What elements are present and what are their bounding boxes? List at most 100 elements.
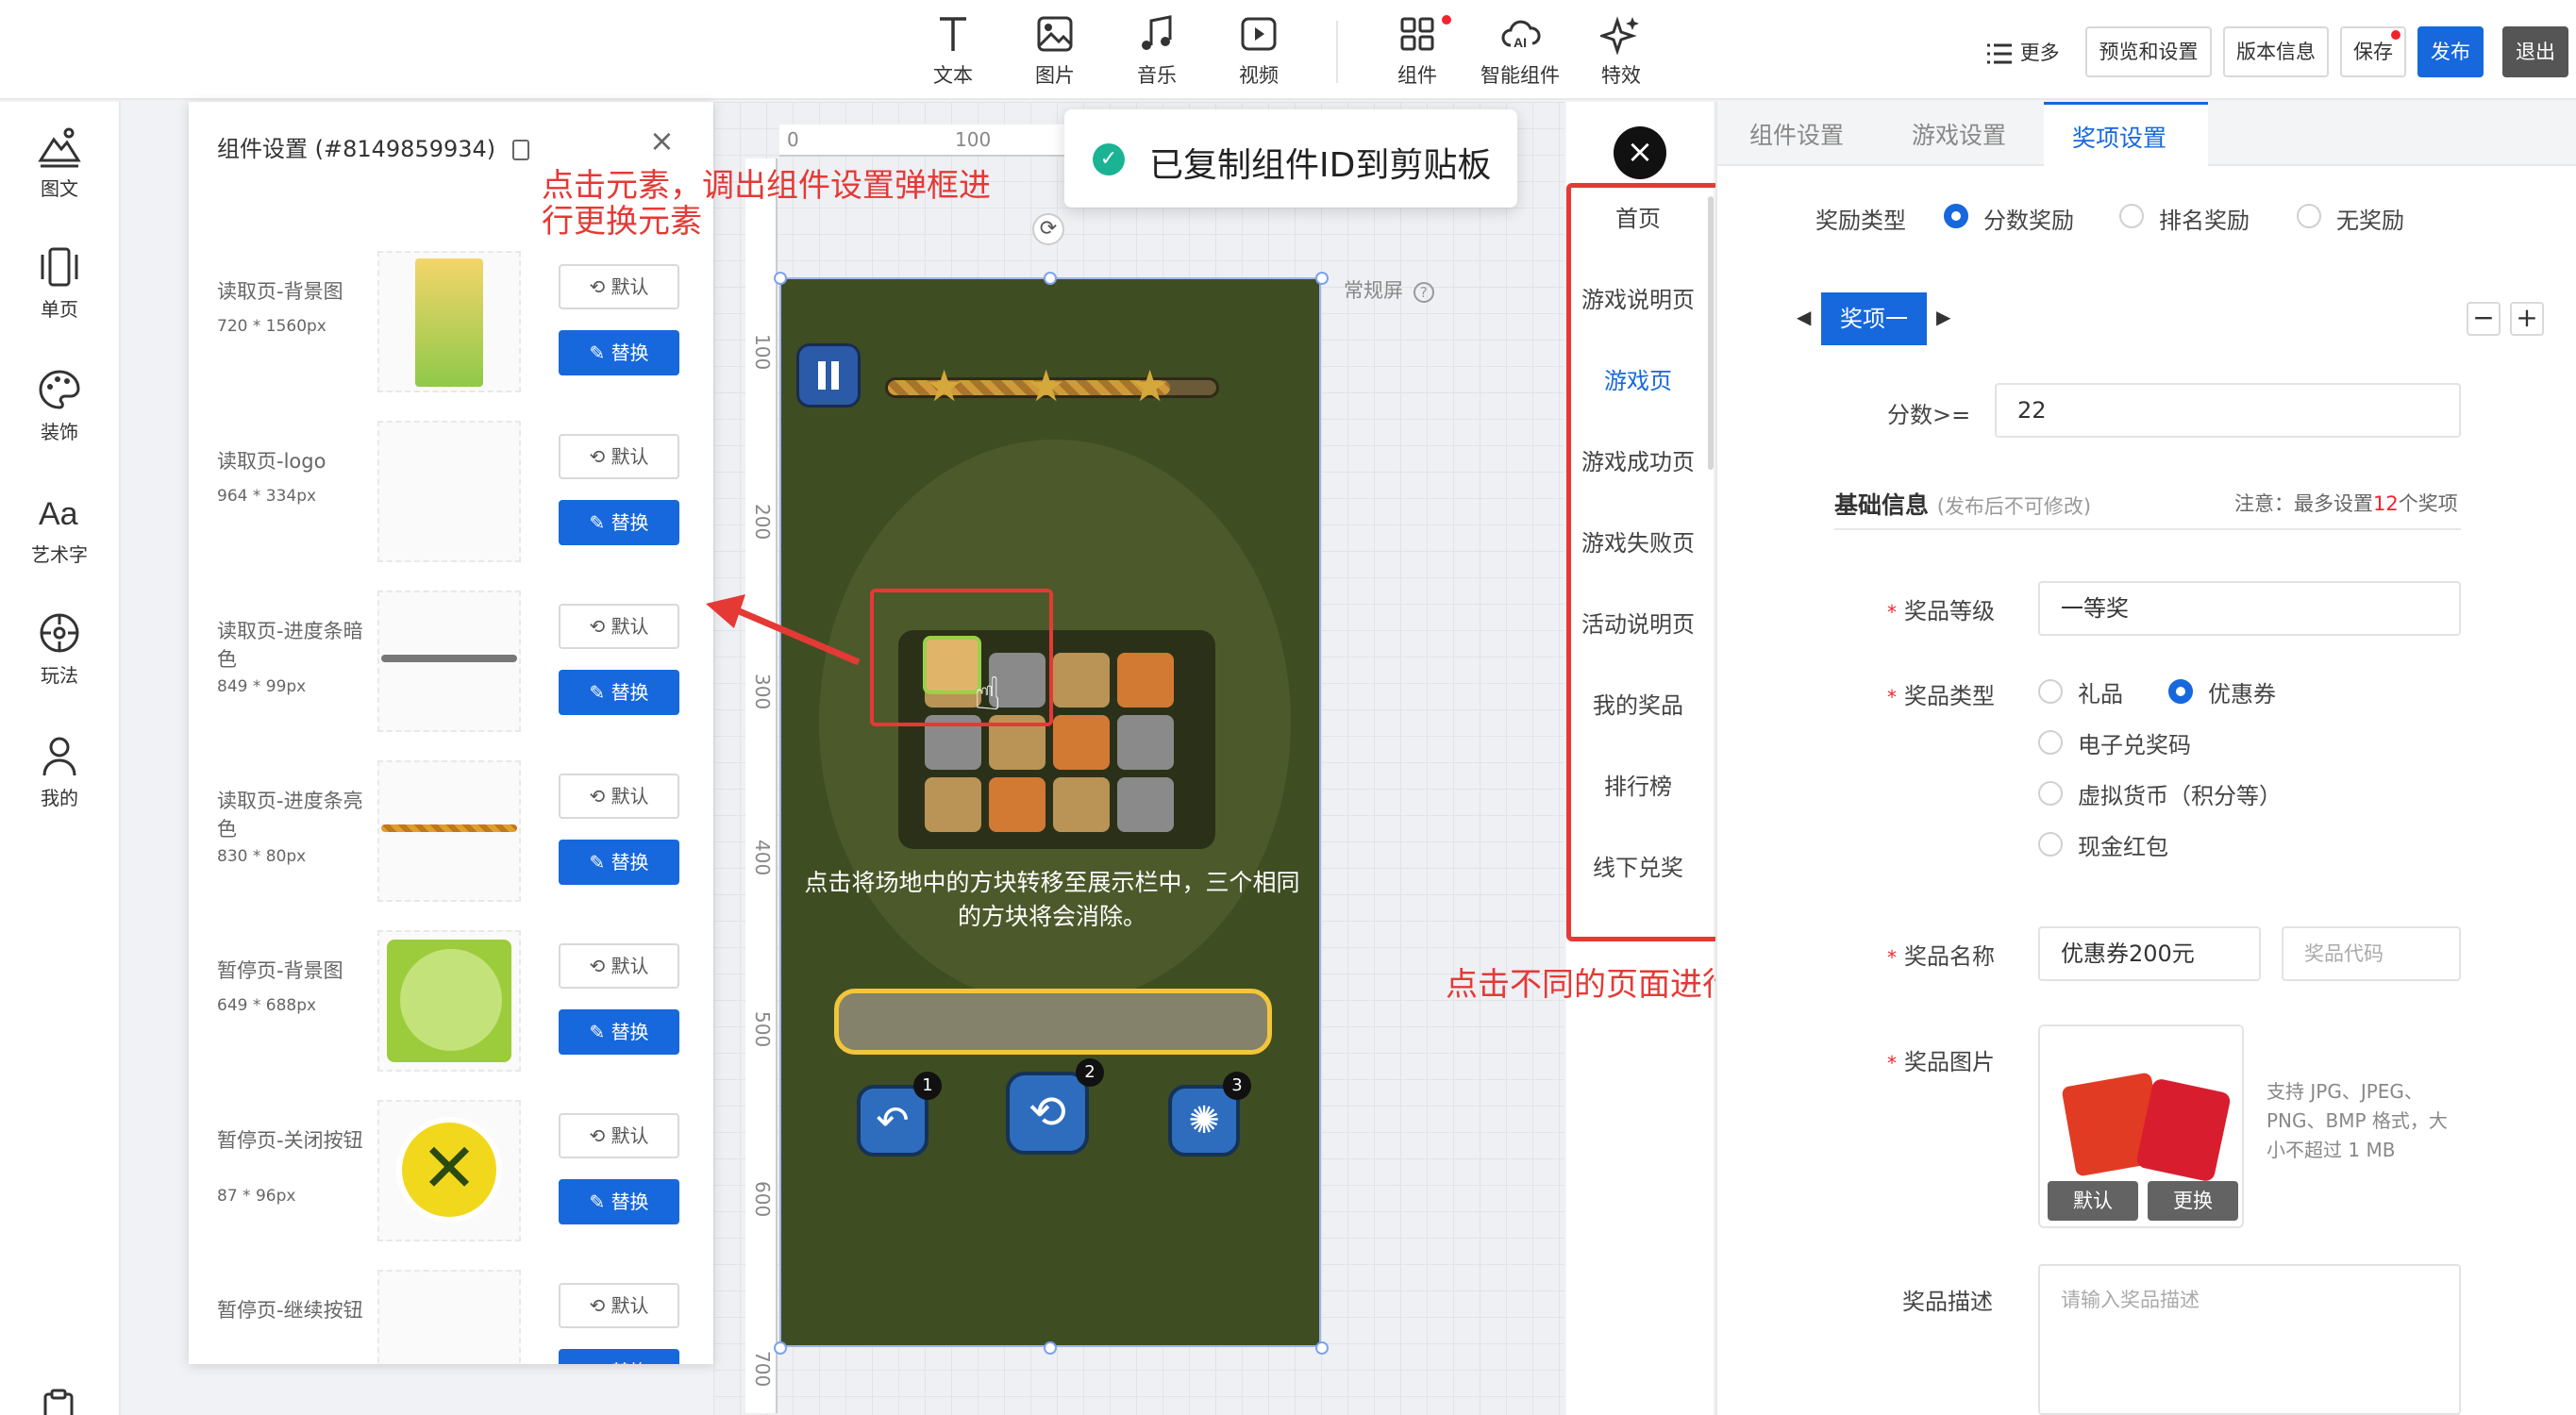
page-item-game[interactable]: 游戏页 (1572, 362, 1704, 395)
add-reward-button[interactable]: + (2510, 302, 2544, 336)
page-item-activity-intro[interactable]: 活动说明页 (1572, 606, 1704, 639)
component-settings-panel: 组件设置 (#8149859934) × 读取页-背景图 720 * 1560p… (189, 102, 713, 1364)
refresh-button[interactable]: ⟲ (1006, 1072, 1089, 1155)
pause-button[interactable] (796, 343, 861, 408)
page-item-my-prizes[interactable]: 我的奖品 (1572, 687, 1704, 720)
default-button[interactable]: ⟲ 默认 (559, 264, 679, 309)
replace-button[interactable]: ✎ 替换 (559, 1009, 679, 1055)
replace-button[interactable]: ✎ 替换 (559, 330, 679, 375)
rail-item-page[interactable]: 单页 (0, 245, 119, 322)
resize-handle[interactable] (1315, 1341, 1329, 1355)
copy-icon[interactable] (511, 140, 529, 160)
radio-redeem-code[interactable] (2038, 730, 2063, 755)
tool-component[interactable]: 组件 (1372, 13, 1463, 94)
prize-name-input[interactable]: 优惠券200元 (2038, 926, 2261, 981)
tool-ai-component[interactable]: AI 智能组件 (1474, 13, 1566, 94)
collection-slot-bar (834, 989, 1272, 1055)
resize-handle[interactable] (1315, 272, 1329, 285)
page-item-offline-redeem[interactable]: 线下兑奖 (1572, 849, 1704, 882)
replace-button[interactable]: ✎ 替换 (559, 670, 679, 715)
remove-reward-button[interactable]: − (2467, 302, 2501, 336)
replace-button[interactable]: ✎ 替换 (559, 1349, 679, 1364)
exit-button[interactable]: 退出 (2502, 26, 2568, 77)
tile[interactable] (1053, 653, 1110, 708)
page-item-leaderboard[interactable]: 排行榜 (1572, 768, 1704, 801)
radio-no-reward[interactable] (2297, 204, 2321, 228)
prize-desc-textarea[interactable]: 请输入奖品描述 (2038, 1264, 2461, 1415)
tab-component-settings[interactable]: 组件设置 (1749, 117, 1844, 151)
scrollbar[interactable] (1708, 196, 1714, 470)
save-button[interactable]: 保存 (2340, 26, 2406, 77)
arrow-icon (706, 594, 861, 666)
radio-coupon[interactable] (2168, 679, 2193, 704)
replace-button[interactable]: ✎ 替换 (559, 840, 679, 885)
image-change-button[interactable]: 更换 (2148, 1181, 2238, 1221)
default-button[interactable]: ⟲ 默认 (559, 604, 679, 649)
default-button[interactable]: ⟲ 默认 (559, 1113, 679, 1158)
component-row: 暂停页-关闭按钮 87 * 96px ✕ ⟲ 默认 ✎ 替换 (189, 1081, 713, 1251)
default-button[interactable]: ⟲ 默认 (559, 1283, 679, 1328)
tab-game-settings[interactable]: 游戏设置 (1912, 117, 2006, 151)
page-item-game-fail[interactable]: 游戏失败页 (1572, 524, 1704, 558)
default-button[interactable]: ⟲ 默认 (559, 943, 679, 989)
prize-code-input[interactable]: 奖品代码 (2282, 926, 2461, 981)
prize-level-input[interactable]: 一等奖 (2038, 581, 2461, 636)
ruler-label: 600 (751, 1181, 774, 1218)
pages-icon (41, 247, 78, 287)
phone-preview[interactable]: ★ ★ ★ ☝ 点击将场地中的方块转移至展示栏中，三个相同的方块将会消除。 ↶ … (779, 277, 1321, 1347)
close-icon[interactable]: × (649, 123, 675, 158)
tile[interactable] (1117, 653, 1174, 708)
rail-item-gameplay[interactable]: 玩法 (0, 611, 119, 688)
tile[interactable] (989, 777, 1045, 832)
tile[interactable] (1053, 715, 1110, 770)
resize-handle[interactable] (774, 1341, 787, 1355)
screen-mode[interactable]: 常规屏 ? (1344, 275, 1434, 304)
close-pages-icon[interactable]: × (1614, 126, 1666, 179)
tool-video[interactable]: 视频 (1213, 13, 1304, 94)
score-input[interactable]: 22 (1995, 383, 2461, 438)
tile[interactable] (1117, 777, 1174, 832)
reward-item-tab[interactable]: 奖项一 (1821, 292, 1927, 345)
next-arrow-icon[interactable]: ▶ (1936, 306, 1950, 328)
publish-button[interactable]: 发布 (2417, 26, 2484, 77)
resize-handle[interactable] (1044, 272, 1057, 285)
prize-image-upload[interactable]: 默认 更换 (2038, 1024, 2244, 1228)
page-item-game-intro[interactable]: 游戏说明页 (1572, 281, 1704, 314)
prev-arrow-icon[interactable]: ◀ (1797, 306, 1811, 328)
version-info-button[interactable]: 版本信息 (2223, 26, 2329, 77)
resize-handle[interactable] (774, 272, 787, 285)
radio-score-reward[interactable] (1944, 204, 1968, 228)
page-item-home[interactable]: 首页 (1572, 200, 1704, 233)
radio-gift[interactable] (2038, 679, 2063, 704)
music-icon (1142, 15, 1172, 50)
tool-effects[interactable]: 特效 (1576, 13, 1666, 94)
radio-cash-redpacket[interactable] (2038, 832, 2063, 857)
clipboard-icon[interactable] (42, 1389, 75, 1415)
rail-item-graphic[interactable]: 图文 (0, 125, 119, 201)
tab-prize-settings[interactable]: 奖项设置 (2044, 102, 2208, 166)
tool-music[interactable]: 音乐 (1112, 13, 1202, 94)
tool-text[interactable]: 文本 (908, 13, 998, 94)
radio-virtual-currency[interactable] (2038, 781, 2063, 806)
default-button[interactable]: ⟲ 默认 (559, 434, 679, 479)
list-icon (1987, 43, 2012, 64)
radio-rank-reward[interactable] (2119, 204, 2144, 228)
replace-button[interactable]: ✎ 替换 (559, 1179, 679, 1224)
tile[interactable] (925, 777, 981, 832)
preview-settings-button[interactable]: 预览和设置 (2085, 26, 2212, 77)
page-item-game-success[interactable]: 游戏成功页 (1572, 443, 1704, 476)
tile[interactable] (1053, 777, 1110, 832)
more-menu[interactable]: 更多 (1985, 38, 2060, 66)
thumbnail (377, 421, 521, 562)
rail-item-art-text[interactable]: Aa 艺术字 (0, 491, 119, 567)
rail-item-mine[interactable]: 我的 (0, 734, 119, 810)
image-default-button[interactable]: 默认 (2048, 1181, 2138, 1221)
replace-button[interactable]: ✎ 替换 (559, 500, 679, 545)
rotate-icon[interactable]: ⟳ (1032, 213, 1064, 245)
rail-item-decoration[interactable]: 装饰 (0, 368, 119, 444)
tile[interactable] (1117, 715, 1174, 770)
resize-handle[interactable] (1044, 1341, 1057, 1355)
default-button[interactable]: ⟲ 默认 (559, 774, 679, 819)
tool-image[interactable]: 图片 (1010, 13, 1100, 94)
component-row: 暂停页-背景图 649 * 688px ⟲ 默认 ✎ 替换 (189, 911, 713, 1081)
